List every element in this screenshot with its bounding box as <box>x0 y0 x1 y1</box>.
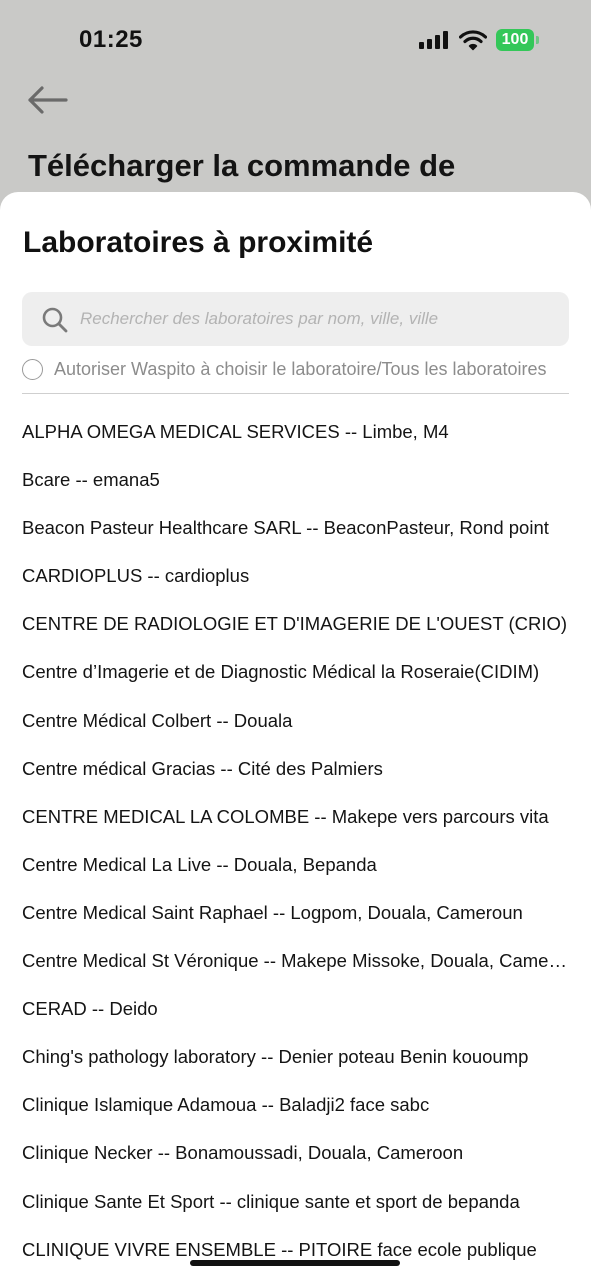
battery-icon: 100 <box>496 29 540 51</box>
background-page-title: Télécharger la commande de <box>28 148 456 183</box>
lab-list-item[interactable]: Centre Medical Saint Raphael -- Logpom, … <box>0 889 569 937</box>
sheet-title: Laboratoires à proximité <box>23 226 374 259</box>
lab-list-item[interactable]: CENTRE MEDICAL LA COLOMBE -- Makepe vers… <box>0 793 569 841</box>
lab-list-item[interactable]: Centre Medical La Live -- Douala, Bepand… <box>0 841 569 889</box>
signal-icon <box>419 31 449 49</box>
labs-bottom-sheet: Laboratoires à proximité Autoriser Waspi… <box>0 192 591 1280</box>
arrow-left-icon[interactable] <box>24 82 72 118</box>
lab-list: ALPHA OMEGA MEDICAL SERVICES -- Limbe, M… <box>0 408 591 1274</box>
search-box[interactable] <box>22 292 569 346</box>
lab-list-item[interactable]: CARDIOPLUS -- cardioplus <box>0 552 569 600</box>
lab-list-item[interactable]: Centre Médical Colbert -- Douala <box>0 697 569 745</box>
lab-list-item[interactable]: ALPHA OMEGA MEDICAL SERVICES -- Limbe, M… <box>0 408 569 456</box>
lab-list-item[interactable]: CERAD -- Deido <box>0 985 569 1033</box>
home-indicator[interactable] <box>190 1260 400 1266</box>
status-bar: 01:25 100 <box>0 0 591 80</box>
lab-list-item[interactable]: Beacon Pasteur Healthcare SARL -- Beacon… <box>0 504 569 552</box>
lab-list-item[interactable]: CENTRE DE RADIOLOGIE ET D'IMAGERIE DE L'… <box>0 600 569 648</box>
battery-level: 100 <box>501 31 529 48</box>
allow-waspito-label: Autoriser Waspito à choisir le laboratoi… <box>54 359 547 379</box>
wifi-icon <box>459 30 487 51</box>
lab-list-item[interactable]: Clinique Islamique Adamoua -- Baladji2 f… <box>0 1081 569 1129</box>
divider <box>22 393 569 394</box>
lab-list-item[interactable]: Centre médical Gracias -- Cité des Palmi… <box>0 745 569 793</box>
lab-list-item[interactable]: Clinique Sante Et Sport -- clinique sant… <box>0 1178 569 1226</box>
lab-list-item[interactable]: Bcare -- emana5 <box>0 456 569 504</box>
status-time: 01:25 <box>79 26 143 53</box>
lab-list-item[interactable]: CLINIQUE VIVRE ENSEMBLE -- PITOIRE face … <box>0 1226 569 1274</box>
lab-list-item[interactable]: Clinique Necker -- Bonamoussadi, Douala,… <box>0 1129 569 1177</box>
search-icon <box>42 307 68 333</box>
lab-list-item[interactable]: Centre Medical St Véronique -- Makepe Mi… <box>0 937 569 985</box>
allow-waspito-option[interactable]: Autoriser Waspito à choisir le laboratoi… <box>22 358 591 384</box>
lab-list-item[interactable]: Ching's pathology laboratory -- Denier p… <box>0 1033 569 1081</box>
lab-list-item[interactable]: Centre d’Imagerie et de Diagnostic Médic… <box>0 648 569 696</box>
radio-button[interactable] <box>22 359 43 380</box>
search-input[interactable] <box>80 292 550 346</box>
